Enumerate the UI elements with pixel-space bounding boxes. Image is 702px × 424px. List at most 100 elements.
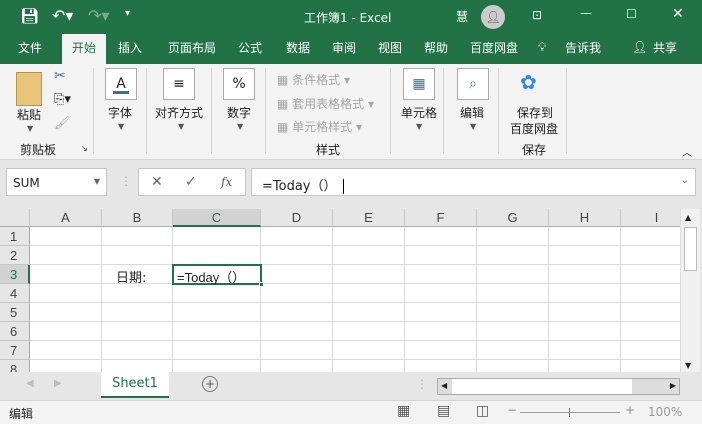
col-header-g[interactable]: G [477, 209, 549, 227]
cell-style-button[interactable]: ▦ 单元格样式 ▾ [277, 118, 362, 135]
tab-review[interactable]: 审阅 [324, 34, 364, 64]
col-header-i[interactable]: I [621, 209, 680, 227]
scroll-up-icon[interactable]: ▲ [685, 213, 691, 222]
page-layout-view-icon[interactable]: ▤ [437, 403, 450, 419]
h-scroll-thumb[interactable] [452, 379, 632, 394]
row-header-7[interactable]: 7 [0, 341, 30, 360]
redo-icon[interactable]: ↷▾ [88, 6, 109, 25]
cell-style-icon: ▦ [277, 120, 293, 134]
zoom-slider[interactable] [520, 408, 620, 417]
enter-icon[interactable]: ✓ [185, 174, 197, 190]
insert-function-icon[interactable]: fx [221, 175, 232, 189]
scroll-left-icon[interactable]: ◀ [441, 381, 447, 390]
sheet-tab-sheet1[interactable]: Sheet1 [101, 372, 169, 398]
normal-view-icon[interactable]: ▦ [397, 403, 410, 419]
fill-handle[interactable] [259, 282, 264, 287]
tab-home[interactable]: 开始 [62, 34, 106, 64]
col-header-f[interactable]: F [405, 209, 477, 227]
font-icon[interactable]: A [105, 68, 137, 100]
table-format-button[interactable]: ▦ 套用表格格式 ▾ [277, 95, 374, 112]
cell-c3-active[interactable]: =Today（） [172, 264, 264, 287]
conditional-format-button[interactable]: ▦ 条件格式 ▾ [277, 71, 350, 88]
name-box[interactable]: SUM ▼ [6, 168, 107, 196]
baidu-netdisk-icon[interactable]: ✿ [520, 70, 537, 94]
cancel-icon[interactable]: ✕ [151, 174, 163, 190]
status-bar: 编辑 ▦ ▤ ◫ − + 100% [0, 400, 702, 424]
row-header-4[interactable]: 4 [0, 284, 30, 303]
minimize-icon[interactable]: — [580, 6, 592, 20]
dialog-launcher-icon[interactable]: ↘ [81, 144, 88, 153]
close-icon[interactable]: ✕ [672, 6, 684, 22]
zoom-level[interactable]: 100% [648, 405, 682, 419]
tab-view[interactable]: 视图 [370, 34, 410, 64]
save-group-label: 保存 [522, 143, 547, 157]
tab-baidu[interactable]: 百度网盘 [464, 34, 524, 64]
tab-page-layout[interactable]: 页面布局 [160, 34, 224, 64]
tab-file[interactable]: 文件 [8, 34, 52, 64]
cut-icon[interactable]: ✂ [54, 68, 66, 84]
col-header-h[interactable]: H [549, 209, 621, 227]
save-icon[interactable]: 💾︎ [20, 7, 39, 25]
ribbon-display-icon[interactable]: ⊡ [532, 8, 542, 22]
row-header-6[interactable]: 6 [0, 322, 30, 341]
col-header-d[interactable]: D [261, 209, 333, 227]
font-button[interactable]: 字体 [108, 104, 132, 121]
formula-bar-area: SUM ▼ ⋮ ✕ ✓ fx =Today（） ⌄ [0, 160, 702, 208]
avatar[interactable]: 👤︎ [481, 5, 505, 29]
tell-me[interactable]: 告诉我 [560, 34, 606, 64]
paste-icon[interactable] [16, 72, 42, 106]
editing-button[interactable]: 编辑 [460, 104, 484, 121]
cells-icon[interactable]: ▦ [403, 68, 435, 100]
ribbon-tabs: 文件 开始 插入 页面布局 公式 数据 审阅 视图 帮助 百度网盘 💡︎ 告诉我… [0, 34, 702, 64]
zoom-in-icon[interactable]: + [625, 403, 635, 417]
cell-b3[interactable]: 日期: [116, 267, 146, 286]
zoom-out-icon[interactable]: − [507, 403, 517, 417]
select-all-corner[interactable] [0, 209, 30, 227]
customize-icon[interactable]: ▾ [125, 8, 130, 19]
number-button[interactable]: 数字 [227, 104, 251, 121]
add-sheet-icon[interactable]: + [202, 376, 218, 392]
worksheet-grid[interactable]: A B C D E F G H I 1 2 3 4 5 6 7 8 日期: =T… [0, 209, 680, 372]
share-button[interactable]: 共享 [648, 34, 682, 64]
scroll-right-icon[interactable]: ▶ [670, 381, 676, 390]
tab-insert[interactable]: 插入 [110, 34, 150, 64]
col-header-c[interactable]: C [173, 209, 261, 227]
horizontal-scrollbar[interactable]: ◀ ▶ [437, 378, 680, 395]
vertical-scrollbar[interactable]: ▲ ▼ [680, 209, 700, 372]
percent-icon[interactable]: % [223, 68, 255, 100]
row-header-2[interactable]: 2 [0, 246, 30, 265]
drag-handle-icon[interactable]: ⋮ [120, 174, 132, 188]
tab-help[interactable]: 帮助 [416, 34, 456, 64]
undo-icon[interactable]: ↶▾ [52, 6, 73, 25]
align-button[interactable]: 对齐方式 [155, 104, 203, 121]
drag-handle-icon[interactable]: ⋮ [416, 377, 428, 391]
align-icon[interactable]: ≡ [163, 68, 195, 100]
tab-formulas[interactable]: 公式 [230, 34, 270, 64]
prev-sheet-icon[interactable]: ◀ [26, 378, 34, 389]
col-header-b[interactable]: B [102, 209, 173, 227]
paste-button[interactable]: 粘贴 [17, 106, 41, 123]
col-header-a[interactable]: A [30, 209, 102, 227]
format-painter-icon[interactable]: 🖌︎ [54, 116, 71, 131]
cells-button[interactable]: 单元格 [401, 104, 437, 121]
search-icon[interactable]: ⌕ [457, 68, 489, 100]
scroll-thumb[interactable] [684, 227, 697, 271]
next-sheet-icon[interactable]: ▶ [54, 378, 62, 389]
save-to-baidu-button[interactable]: 保存到 [517, 104, 553, 121]
formula-input[interactable]: =Today（） ⌄ [251, 168, 696, 196]
ribbon: 粘贴 ▼ ✂ ⎘▾ 🖌︎ 剪贴板 ↘ A 字体 ▼ ≡ 对齐方式 ▼ % 数字 … [0, 64, 702, 160]
maximize-icon[interactable]: ☐ [626, 7, 637, 21]
row-header-8[interactable]: 8 [0, 360, 30, 372]
row-header-1[interactable]: 1 [0, 227, 30, 246]
col-header-e[interactable]: E [333, 209, 405, 227]
tab-data[interactable]: 数据 [278, 34, 318, 64]
collapse-ribbon-icon[interactable]: ︿ [682, 144, 692, 159]
expand-formula-icon: ⌄ [680, 175, 689, 186]
status-mode: 编辑 [9, 407, 34, 421]
copy-icon[interactable]: ⎘▾ [54, 92, 71, 107]
formula-buttons: ✕ ✓ fx [138, 168, 246, 196]
page-break-view-icon[interactable]: ◫ [476, 403, 489, 419]
scroll-down-icon[interactable]: ▼ [685, 361, 691, 370]
row-header-5[interactable]: 5 [0, 303, 30, 322]
row-header-3[interactable]: 3 [0, 265, 30, 284]
